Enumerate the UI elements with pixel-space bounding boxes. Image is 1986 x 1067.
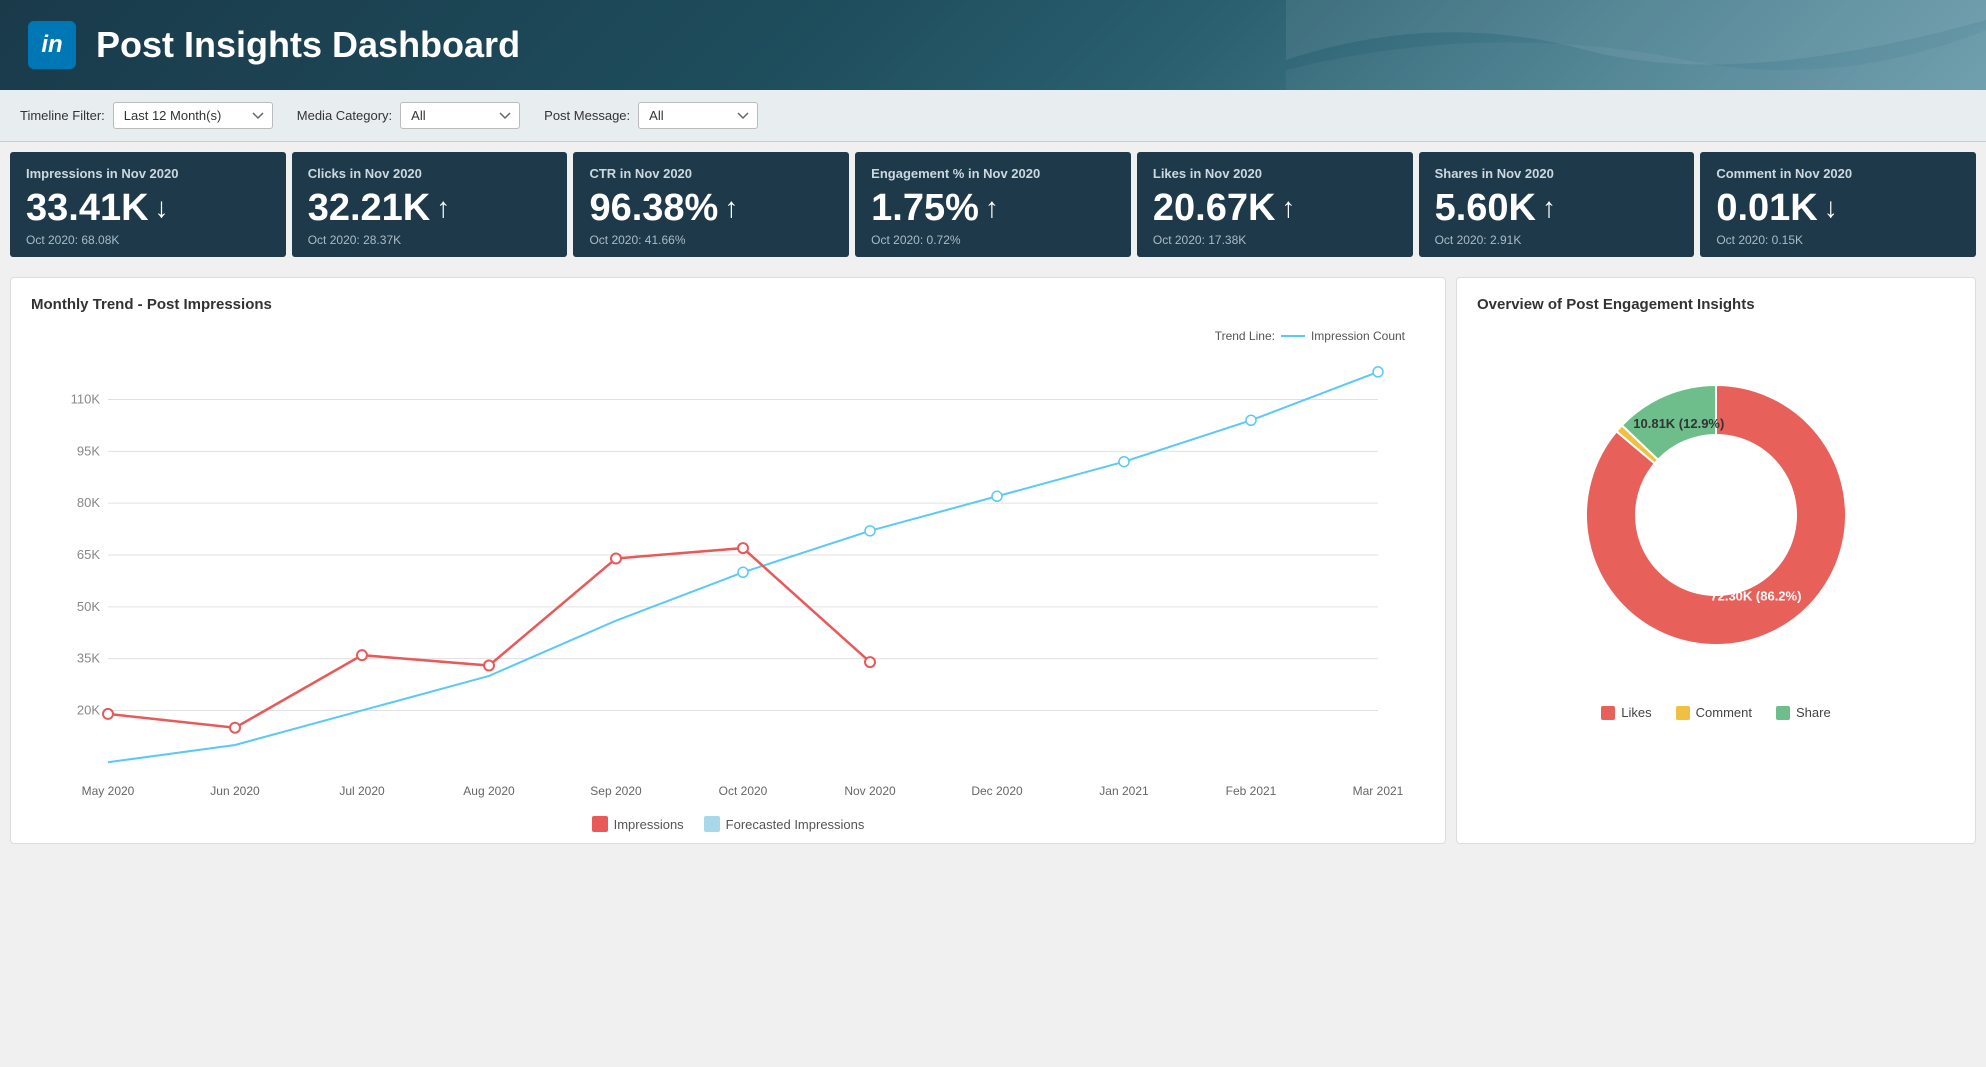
svg-text:Sep 2020: Sep 2020 xyxy=(590,784,642,798)
legend-impressions: Impressions xyxy=(592,816,684,832)
svg-text:65K: 65K xyxy=(77,547,100,562)
kpi-title-4: Likes in Nov 2020 xyxy=(1153,166,1397,181)
svg-text:Jan 2021: Jan 2021 xyxy=(1099,784,1149,798)
linkedin-logo: in xyxy=(28,21,76,69)
kpi-value-5: 5.60K ↑ xyxy=(1435,189,1679,227)
kpi-prev-1: Oct 2020: 28.37K xyxy=(308,233,552,247)
donut-legend-likes: Likes xyxy=(1601,705,1651,720)
svg-text:Jul 2020: Jul 2020 xyxy=(339,784,385,798)
media-filter-label: Media Category: xyxy=(297,108,392,123)
message-filter-select[interactable]: All xyxy=(638,102,758,129)
media-filter-group: Media Category: All Image Video Text xyxy=(297,102,520,129)
svg-text:Aug 2020: Aug 2020 xyxy=(463,784,515,798)
kpi-prev-3: Oct 2020: 0.72% xyxy=(871,233,1115,247)
kpi-value-1: 32.21K ↑ xyxy=(308,189,552,227)
kpi-value-6: 0.01K ↓ xyxy=(1716,189,1960,227)
svg-text:Nov 2020: Nov 2020 xyxy=(844,784,896,798)
svg-text:110K: 110K xyxy=(71,392,101,407)
header: in Post Insights Dashboard xyxy=(0,0,1986,90)
comment-legend-box xyxy=(1676,706,1690,720)
kpi-title-6: Comment in Nov 2020 xyxy=(1716,166,1960,181)
share-legend-label: Share xyxy=(1796,705,1831,720)
timeline-filter-select[interactable]: Last 12 Month(s) Last 6 Month(s) Last 3 … xyxy=(113,102,273,129)
trend-legend: Trend Line: Impression Count xyxy=(1215,329,1405,343)
timeline-filter-group: Timeline Filter: Last 12 Month(s) Last 6… xyxy=(20,102,273,129)
share-legend-box xyxy=(1776,706,1790,720)
legend-impressions-box xyxy=(592,816,608,832)
kpi-title-5: Shares in Nov 2020 xyxy=(1435,166,1679,181)
kpi-card-3: Engagement % in Nov 2020 1.75% ↑ Oct 202… xyxy=(855,152,1131,257)
donut-svg: 72.30K (86.2%) 10.81K (12.9%) xyxy=(1546,345,1886,685)
kpi-card-1: Clicks in Nov 2020 32.21K ↑ Oct 2020: 28… xyxy=(292,152,568,257)
legend-forecasted: Forecasted Impressions xyxy=(704,816,865,832)
svg-text:72.30K (86.2%): 72.30K (86.2%) xyxy=(1710,589,1801,604)
kpi-prev-2: Oct 2020: 41.66% xyxy=(589,233,833,247)
trend-legend-value: Impression Count xyxy=(1311,329,1405,343)
line-chart-title: Monthly Trend - Post Impressions xyxy=(31,296,1425,313)
legend-forecasted-box xyxy=(704,816,720,832)
message-filter-label: Post Message: xyxy=(544,108,630,123)
kpi-card-2: CTR in Nov 2020 96.38% ↑ Oct 2020: 41.66… xyxy=(573,152,849,257)
charts-section: Monthly Trend - Post Impressions Trend L… xyxy=(0,267,1986,854)
kpi-title-1: Clicks in Nov 2020 xyxy=(308,166,552,181)
svg-text:Feb 2021: Feb 2021 xyxy=(1226,784,1277,798)
message-filter-group: Post Message: All xyxy=(544,102,758,129)
kpi-card-4: Likes in Nov 2020 20.67K ↑ Oct 2020: 17.… xyxy=(1137,152,1413,257)
likes-legend-box xyxy=(1601,706,1615,720)
svg-text:Mar 2021: Mar 2021 xyxy=(1353,784,1404,798)
kpi-value-3: 1.75% ↑ xyxy=(871,189,1115,227)
line-chart-svg: 110K 95K 80K 65K 50K 35K 20K May 2020 Jun 2020 Ju… xyxy=(31,325,1425,805)
donut-container: 72.30K (86.2%) 10.81K (12.9%) Likes Comme… xyxy=(1477,325,1955,720)
donut-legend-share: Share xyxy=(1776,705,1831,720)
legend-forecasted-label: Forecasted Impressions xyxy=(726,817,865,832)
kpi-title-0: Impressions in Nov 2020 xyxy=(26,166,270,181)
line-chart-panel: Monthly Trend - Post Impressions Trend L… xyxy=(10,277,1446,844)
kpi-card-5: Shares in Nov 2020 5.60K ↑ Oct 2020: 2.9… xyxy=(1419,152,1695,257)
kpi-card-0: Impressions in Nov 2020 33.41K ↓ Oct 202… xyxy=(10,152,286,257)
svg-text:20K: 20K xyxy=(77,702,100,717)
trend-legend-label: Trend Line: xyxy=(1215,329,1275,343)
media-filter-select[interactable]: All Image Video Text xyxy=(400,102,520,129)
svg-text:May 2020: May 2020 xyxy=(82,784,135,798)
filter-bar: Timeline Filter: Last 12 Month(s) Last 6… xyxy=(0,90,1986,142)
svg-text:50K: 50K xyxy=(77,599,100,614)
kpi-prev-4: Oct 2020: 17.38K xyxy=(1153,233,1397,247)
kpi-title-2: CTR in Nov 2020 xyxy=(589,166,833,181)
kpi-value-4: 20.67K ↑ xyxy=(1153,189,1397,227)
kpi-title-3: Engagement % in Nov 2020 xyxy=(871,166,1115,181)
page-title: Post Insights Dashboard xyxy=(96,24,520,66)
donut-chart-panel: Overview of Post Engagement Insights 72.… xyxy=(1456,277,1976,844)
comment-legend-label: Comment xyxy=(1696,705,1752,720)
donut-legend: Likes Comment Share xyxy=(1601,705,1830,720)
svg-text:Jun 2020: Jun 2020 xyxy=(210,784,260,798)
line-chart-legend: Impressions Forecasted Impressions xyxy=(31,816,1425,832)
trend-line-sample xyxy=(1281,335,1305,337)
svg-text:Dec 2020: Dec 2020 xyxy=(971,784,1023,798)
svg-text:35K: 35K xyxy=(77,651,100,666)
svg-text:Oct 2020: Oct 2020 xyxy=(719,784,768,798)
kpi-prev-5: Oct 2020: 2.91K xyxy=(1435,233,1679,247)
donut-legend-comment: Comment xyxy=(1676,705,1752,720)
kpi-prev-0: Oct 2020: 68.08K xyxy=(26,233,270,247)
donut-chart-title: Overview of Post Engagement Insights xyxy=(1477,296,1955,313)
timeline-filter-label: Timeline Filter: xyxy=(20,108,105,123)
kpi-value-0: 33.41K ↓ xyxy=(26,189,270,227)
kpi-card-6: Comment in Nov 2020 0.01K ↓ Oct 2020: 0.… xyxy=(1700,152,1976,257)
svg-text:10.81K (12.9%): 10.81K (12.9%) xyxy=(1633,416,1724,431)
svg-text:80K: 80K xyxy=(77,495,100,510)
kpi-value-2: 96.38% ↑ xyxy=(589,189,833,227)
kpi-prev-6: Oct 2020: 0.15K xyxy=(1716,233,1960,247)
likes-legend-label: Likes xyxy=(1621,705,1651,720)
kpi-bar: Impressions in Nov 2020 33.41K ↓ Oct 202… xyxy=(0,142,1986,267)
legend-impressions-label: Impressions xyxy=(614,817,684,832)
line-chart-container: Trend Line: Impression Count 110K 95K 80K 6… xyxy=(31,325,1425,825)
svg-text:95K: 95K xyxy=(77,443,100,458)
